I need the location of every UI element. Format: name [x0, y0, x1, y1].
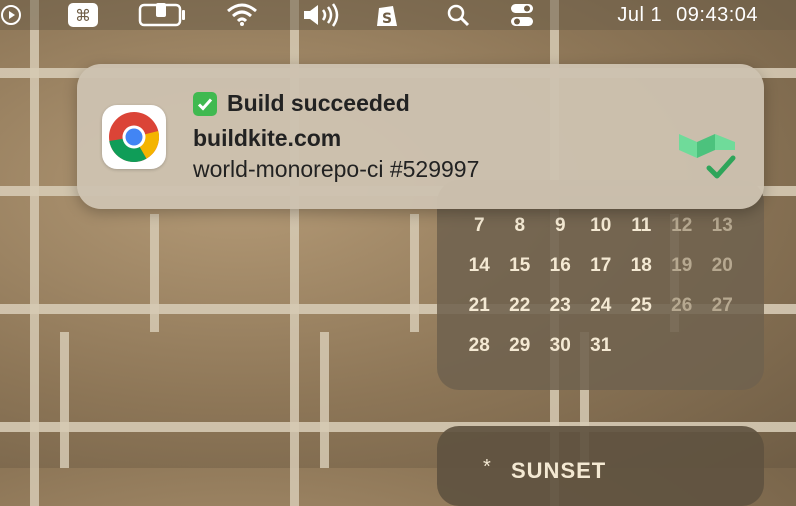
calendar-day: 23 — [549, 295, 571, 316]
calendar-day: 19 — [671, 255, 693, 276]
calendar-widget[interactable]: 7 8 9 10 11 12 13 14 15 16 17 18 19 20 21 22 23 24 25 26 27 2… — [437, 180, 764, 390]
calendar-day: 15 — [509, 255, 531, 276]
menu-bar: ⌘ S Jul 1 09:43:04 — [0, 0, 796, 30]
calendar-day: 16 — [549, 255, 571, 276]
calendar-day: 14 — [468, 255, 490, 276]
calendar-day: 31 — [590, 335, 612, 356]
menu-bar-time: 09:43:04 — [676, 3, 758, 26]
calendar-day: 12 — [671, 215, 693, 236]
calendar-empty-cell — [662, 334, 703, 374]
play-icon[interactable] — [0, 0, 26, 30]
calendar-day: 28 — [468, 335, 490, 356]
search-icon[interactable] — [444, 0, 472, 30]
notification-subtitle: buildkite.com — [193, 125, 342, 151]
calendar-day: 30 — [549, 335, 571, 356]
calendar-day: 9 — [554, 215, 566, 236]
calendar-day: 29 — [509, 335, 531, 356]
calendar-day: 13 — [711, 215, 733, 236]
calendar-day: 22 — [509, 295, 531, 316]
svg-text:⌘: ⌘ — [75, 6, 91, 25]
display-mirror-icon[interactable] — [136, 0, 190, 30]
chrome-icon — [102, 105, 166, 169]
notification-title-text: Build succeeded — [227, 90, 410, 116]
calendar-day: 21 — [468, 295, 490, 316]
calendar-day: 18 — [630, 255, 652, 276]
calendar-empty-cell — [702, 334, 743, 374]
command-icon[interactable]: ⌘ — [66, 0, 100, 30]
calendar-day: 26 — [671, 295, 693, 316]
check-mark-icon — [193, 91, 217, 116]
calendar-day: 10 — [590, 215, 612, 236]
calendar-day: 11 — [631, 215, 652, 236]
buildkite-success-icon — [677, 130, 739, 189]
calendar-day: 25 — [630, 295, 652, 316]
calendar-day: 20 — [711, 255, 733, 276]
calendar-day: 24 — [590, 295, 612, 316]
calendar-empty-cell — [621, 334, 662, 374]
wifi-icon[interactable] — [225, 0, 259, 30]
control-center-icon[interactable] — [508, 0, 536, 30]
calendar-day: 8 — [514, 215, 526, 236]
sunset-label: SUNSET — [511, 458, 607, 483]
shopify-icon[interactable]: S — [374, 0, 400, 30]
calendar-grid: 7 8 9 10 11 12 13 14 15 16 17 18 19 20 21 22 23 24 25 26 27 2… — [459, 214, 743, 374]
notification-banner[interactable]: Build succeeded buildkite.com world-mono… — [77, 64, 764, 209]
menu-bar-clock[interactable]: Jul 1 09:43:04 — [617, 0, 758, 30]
svg-text:S: S — [382, 11, 392, 27]
calendar-day: 7 — [473, 215, 485, 236]
sunset-widget[interactable]: * SUNSET — [437, 426, 764, 506]
calendar-day: 27 — [711, 295, 733, 316]
notification-title: Build succeeded — [193, 90, 410, 117]
volume-icon[interactable] — [300, 0, 342, 30]
notification-body: world-monorepo-ci #529997 — [193, 156, 480, 182]
calendar-day: 17 — [590, 255, 612, 276]
menu-bar-date: Jul 1 — [617, 3, 663, 26]
